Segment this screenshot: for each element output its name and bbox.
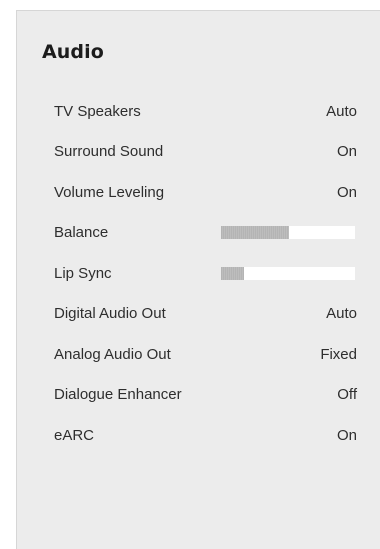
menu-item-label: TV Speakers xyxy=(54,102,141,120)
lip-sync-slider-fill xyxy=(221,266,244,280)
menu-item-label: Digital Audio Out xyxy=(54,305,166,323)
menu-item-label: Lip Sync xyxy=(54,264,112,282)
menu-item-value: On xyxy=(336,143,357,161)
menu-item-balance[interactable]: Balance xyxy=(17,213,380,254)
menu-item-label: Volume Leveling xyxy=(54,183,165,201)
menu-item-label: eARC xyxy=(54,426,95,444)
menu-item-label: Surround Sound xyxy=(54,143,164,161)
menu-item-volume-leveling[interactable]: Volume Leveling On xyxy=(17,172,380,213)
menu-item-digital-audio-out[interactable]: Digital Audio Out Auto xyxy=(17,294,380,335)
menu-item-value: Off xyxy=(337,386,357,404)
menu-item-value: Auto xyxy=(326,102,357,120)
menu-item-tv-speakers[interactable]: TV Speakers Auto xyxy=(17,91,380,132)
menu-item-label: Balance xyxy=(54,224,109,242)
menu-item-earc[interactable]: eARC On xyxy=(17,415,380,456)
balance-slider[interactable] xyxy=(221,226,355,240)
balance-slider-fill xyxy=(221,226,290,240)
menu-item-surround-sound[interactable]: Surround Sound On xyxy=(17,132,380,173)
menu-item-label: Analog Audio Out xyxy=(54,345,171,363)
menu-item-value: On xyxy=(336,426,357,444)
menu-item-label: Dialogue Enhancer xyxy=(54,386,182,404)
menu-title: Audio xyxy=(42,41,104,63)
menu-item-lip-sync[interactable]: Lip Sync xyxy=(17,253,380,294)
lip-sync-slider[interactable] xyxy=(221,266,355,280)
menu-item-value: Auto xyxy=(326,305,357,323)
menu-item-value: Fixed xyxy=(320,345,357,363)
audio-menu-list: TV Speakers Auto Surround Sound On Volum… xyxy=(17,91,380,456)
menu-item-analog-audio-out[interactable]: Analog Audio Out Fixed xyxy=(17,334,380,375)
menu-item-value: On xyxy=(336,183,357,201)
menu-item-dialogue-enhancer[interactable]: Dialogue Enhancer Off xyxy=(17,375,380,416)
audio-settings-panel: Audio TV Speakers Auto Surround Sound On… xyxy=(16,10,380,549)
